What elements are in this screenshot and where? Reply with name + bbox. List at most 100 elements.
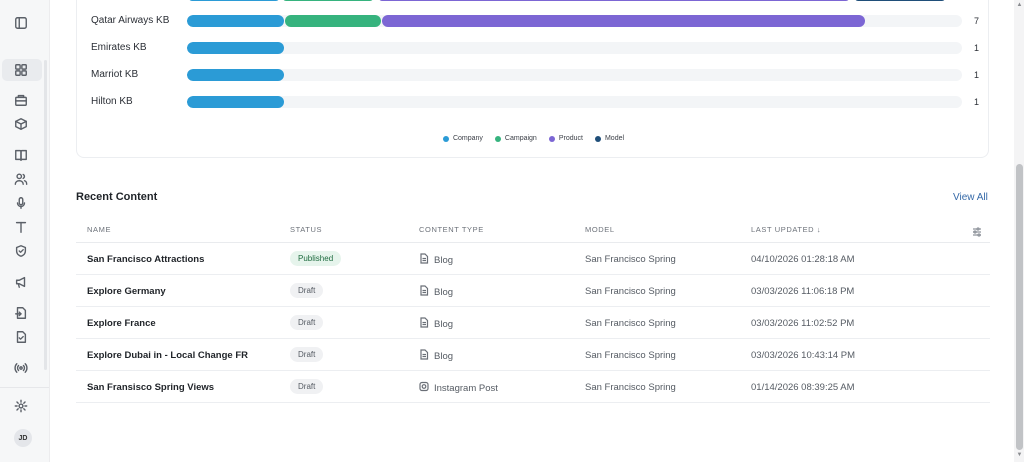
content-type-label: Blog	[434, 318, 454, 330]
last-updated: 03/03/2026 10:43:14 PM	[751, 350, 856, 361]
kb-bar-segment-company[interactable]	[187, 15, 284, 27]
scroll-down-arrow[interactable]: ▼	[1016, 452, 1023, 458]
sidebar-scrollbar[interactable]	[44, 60, 47, 370]
kb-label: Marriot KB	[91, 69, 139, 80]
legend-dot	[548, 135, 555, 142]
last-updated: 03/03/2026 11:06:18 PM	[751, 286, 855, 297]
broadcast-icon[interactable]	[13, 360, 29, 376]
legend-item[interactable]: Company	[442, 135, 483, 142]
status-badge: Draft	[290, 379, 324, 394]
kb-bar-segment-product[interactable]	[381, 15, 866, 27]
chart-top-strip	[855, 0, 945, 1]
column-header-content-type[interactable]: CONTENT TYPE	[419, 225, 484, 234]
kb-count: 1	[973, 97, 979, 107]
document-icon	[419, 317, 429, 331]
chart-legend: Company Campaign Product Model	[77, 135, 990, 142]
kb-count: 1	[973, 43, 979, 53]
legend-label: Product	[558, 135, 583, 142]
recent-content-table: NAME STATUS CONTENT TYPE MODEL LAST UPDA…	[76, 214, 990, 403]
column-header-last-updated[interactable]: LAST UPDATED ↓	[751, 225, 821, 234]
status-badge: Draft	[290, 315, 324, 330]
table-row[interactable]: Explore Dubai in - Local Change FR Draft B…	[76, 339, 990, 371]
kb-label: Hilton KB	[91, 96, 133, 107]
kb-bar-segment-company[interactable]	[187, 69, 284, 81]
box-icon[interactable]	[13, 116, 29, 132]
legend-item[interactable]: Product	[548, 135, 583, 142]
model-name: San Francisco Spring	[585, 382, 676, 393]
kb-label: Emirates KB	[91, 42, 147, 53]
kb-bar-track	[187, 15, 962, 27]
sidebar-divider	[0, 387, 49, 388]
microphone-icon[interactable]	[13, 195, 29, 211]
scroll-up-arrow[interactable]: ▲	[1016, 2, 1023, 8]
table-header: NAME STATUS CONTENT TYPE MODEL LAST UPDA…	[76, 214, 990, 243]
kb-count: 7	[973, 16, 979, 26]
legend-label: Campaign	[504, 135, 537, 142]
table-row[interactable]: Explore France Draft Blog San Francisco Spr…	[76, 307, 990, 339]
kb-bar-segment-company[interactable]	[187, 96, 284, 108]
kb-bar-segment-campaign[interactable]	[284, 15, 381, 27]
document-icon	[419, 253, 429, 267]
building-icon[interactable]	[13, 92, 29, 108]
content-name[interactable]: Explore Germany	[87, 286, 166, 298]
megaphone-icon[interactable]	[13, 274, 29, 290]
kb-label: Qatar Airways KB	[91, 15, 170, 26]
kb-bar-track	[187, 69, 962, 81]
model-name: San Francisco Spring	[585, 286, 676, 297]
shield-icon[interactable]	[13, 243, 29, 259]
column-header-status[interactable]: STATUS	[290, 225, 322, 234]
content-type: Instagram Post	[419, 381, 498, 395]
gear-icon[interactable]	[13, 398, 29, 414]
sidebar: JD	[0, 0, 50, 462]
text-icon[interactable]	[13, 219, 29, 235]
status-badge: Published	[290, 251, 342, 266]
scrollbar-thumb[interactable]	[1016, 164, 1023, 450]
legend-dot	[494, 135, 501, 142]
model-name: San Francisco Spring	[585, 254, 676, 265]
chart-top-strip	[283, 0, 373, 1]
book-icon[interactable]	[13, 147, 29, 163]
column-header-name[interactable]: NAME	[87, 225, 111, 234]
status-badge: Draft	[290, 283, 324, 298]
view-all-link[interactable]: View All	[953, 192, 988, 203]
content-type-label: Blog	[434, 254, 454, 266]
legend-item[interactable]: Campaign	[494, 135, 537, 142]
kb-row: Marriot KB 1	[91, 68, 979, 82]
last-updated: 03/03/2026 11:02:52 PM	[751, 318, 855, 329]
kb-count: 1	[973, 70, 979, 80]
users-icon[interactable]	[13, 171, 29, 187]
column-header-model[interactable]: MODEL	[585, 225, 615, 234]
kb-bar-segment-company[interactable]	[187, 42, 284, 54]
status-badge: Draft	[290, 347, 324, 362]
legend-label: Company	[452, 135, 483, 142]
document-icon	[419, 285, 429, 299]
legend-dot	[594, 135, 601, 142]
legend-item[interactable]: Model	[594, 135, 625, 142]
table-row[interactable]: San Fransisco Spring Views Draft Instagram…	[76, 371, 990, 403]
chart-top-strip	[189, 0, 279, 1]
content-type: Blog	[419, 317, 453, 331]
last-updated: 04/10/2026 01:28:18 AM	[751, 254, 855, 265]
table-row[interactable]: San Francisco Attractions Published Blog Sa…	[76, 243, 990, 275]
kb-bar-track	[187, 42, 962, 54]
kb-row: Hilton KB 1	[91, 95, 979, 109]
file-check-icon[interactable]	[13, 329, 29, 345]
column-settings-icon[interactable]	[972, 224, 982, 237]
content-name[interactable]: San Fransisco Spring Views	[87, 382, 214, 394]
content-name[interactable]: Explore Dubai in - Local Change FR	[87, 350, 248, 362]
knowledge-base-chart: Qatar Airways KB 7 Emirates KB 1 Marriot KB 1…	[76, 0, 989, 158]
file-import-icon[interactable]	[13, 305, 29, 321]
legend-label: Model	[604, 135, 625, 142]
content-type: Blog	[419, 285, 453, 299]
table-row[interactable]: Explore Germany Draft Blog San Francisco Sp…	[76, 275, 990, 307]
chart-top-strip	[379, 0, 849, 1]
content-name[interactable]: San Francisco Attractions	[87, 254, 204, 266]
kb-row: Emirates KB 1	[91, 41, 979, 55]
panel-toggle-icon[interactable]	[13, 15, 29, 31]
kb-row: Qatar Airways KB 7	[91, 14, 979, 28]
dashboard-icon[interactable]	[13, 62, 29, 78]
content-type-label: Instagram Post	[434, 382, 498, 394]
content-name[interactable]: Explore France	[87, 318, 156, 330]
document-icon	[419, 349, 429, 363]
avatar[interactable]: JD	[14, 429, 32, 447]
